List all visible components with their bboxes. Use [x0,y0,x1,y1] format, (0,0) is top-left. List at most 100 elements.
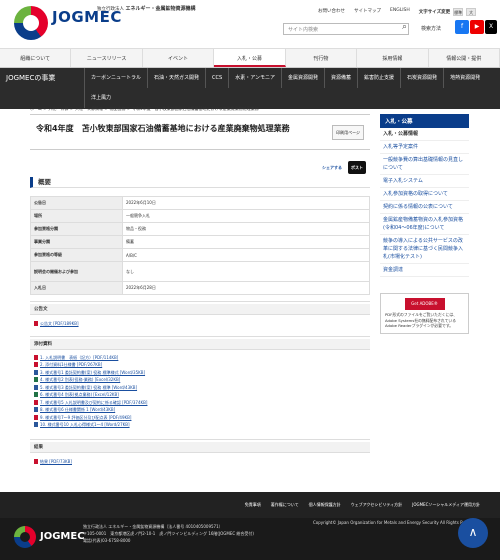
breadcrumb[interactable]: ホーム ＞ 入札・公募 ＞ 入札・公募情報 ＞ 物品役務 ＞ 令和4年度 苫小牧… [30,106,259,112]
jogmec-logo-icon[interactable] [14,6,48,40]
sidebar-item[interactable]: 競争の導入による公共サービスの改革に関する法律に基づく民間競争入札(市場化テスト… [380,235,469,264]
get-adobe-reader-button[interactable]: Get ADOBE® READER® [404,298,445,318]
excel-icon [34,392,38,397]
share-bar: シェアする ポスト [322,161,366,174]
global-nav: 組織について ニュースリリース イベント 入札・公募 刊行物 採用情報 情報公開… [0,48,500,68]
adobe-reader-box: Get ADOBE® READER® PDF形式のファイルをご覧いただくには、A… [380,293,469,334]
file-link[interactable]: 公告文 [PDF/189KB] [40,321,79,326]
share-link[interactable]: シェアする [322,162,342,173]
pdf-icon [34,362,38,367]
footer-link[interactable]: 個人情報保護方針 [309,502,341,508]
search-input[interactable]: サイト内検索 [283,23,409,35]
subnav-item[interactable]: 洋上風力 [84,88,117,108]
overview-table: 公告日 2022年6月10日 場所 一般競争入札 参加資格分類 物品・役務 事業分類備… [30,196,370,295]
notice-section: 公告文 公告文 [PDF/189KB] [30,301,370,328]
subnav-item[interactable]: 金属資源開発 [281,68,324,88]
word-icon [34,384,38,390]
word-icon [34,422,38,427]
footer-link[interactable]: ウェブアクセシビリティ方針 [351,502,403,508]
facebook-icon[interactable]: f [455,20,469,34]
copyright: Copyright© Japan Organization for Metals… [312,520,480,525]
footer-link[interactable]: 免責事項 [245,502,261,508]
contact-link[interactable]: お問い合わせ [318,8,345,16]
pdf-icon [34,321,38,326]
file-link[interactable]: 3. 様式番号1 委託契約書(案) 役務 標準様式 [Word/35KB] [40,370,145,375]
font-size-switcher: 文字サイズ変更 標準 大 [419,8,477,16]
sidebar-heading[interactable]: 入札・公募 [380,114,469,128]
file-link[interactable]: 7. 様式番号5 入札説明書及び契約に係る確認 [PDF/374KB] [40,400,147,405]
subnav-item[interactable]: 資源備蓄 [324,68,357,88]
gnav-bidding[interactable]: 入札・公募 [214,49,286,67]
subnav-item[interactable]: 鉱害防止支援 [357,68,400,88]
table-row: 入札日 2022年6月28日 [30,281,370,295]
search-method-link[interactable]: 検索方法 [421,25,441,32]
sidebar-item[interactable]: 電子入札システム [380,175,469,188]
business-nav: JOGMECの事業 カーボンニュートラル 石油・天然ガス開発 CCS 水素・アン… [0,68,500,109]
footer-link[interactable]: JOGMECソーシャルメディア運用方針 [412,502,480,508]
table-row: 参加資格分類 物品・役務 [30,222,370,236]
word-icon [34,369,38,375]
subnav-item[interactable]: 地熱資源開発 [443,68,486,88]
english-link[interactable]: ENGLISH [390,8,410,16]
sidebar-item[interactable]: 入札等予定案件 [380,141,469,154]
overview-heading: 概要 [30,177,370,188]
subnav-item[interactable]: カーボンニュートラル [84,68,147,88]
subnav-item[interactable]: 水素・アンモニア [228,68,281,88]
footer-links: 免責事項 著作権について 個人情報保護方針 ウェブアクセシビリティ方針 JOGM… [0,492,500,518]
tweet-button[interactable]: ポスト [348,161,366,174]
file-link[interactable]: 4. 様式番号2 別表(役務-業務) [Excel/32KB] [40,377,120,382]
adobe-reader-note: PDF形式のファイルをご覧いただくには、Adobe Systems社の無料配布さ… [385,312,457,328]
attachments-section: 添付資料 1. 入札説明書 表紙（記方）[PDF/114KB] 2. 添付資料1… [30,335,370,429]
sitemap-link[interactable]: サイトマップ [354,8,381,16]
x-icon[interactable]: X [485,20,497,34]
pdf-icon [34,458,38,464]
subnav-item[interactable]: 石炭資源開発 [400,68,443,88]
result-heading: 結果 [30,441,370,453]
gnav-news[interactable]: ニュースリリース [71,49,143,67]
gnav-events[interactable]: イベント [143,49,215,67]
main-content: 令和4年度 苫小牧東部国家石油備蓄基地における産業廃棄物処理業務 印刷用ページ … [30,114,370,465]
file-link[interactable]: 8. 様式番号6 仕様書関係 1 [Word/43KB] [40,407,115,412]
youtube-icon[interactable]: ▶ [470,20,484,34]
attachments-heading: 添付資料 [30,338,370,350]
sidebar-item[interactable]: 契約に係る情報の公表について [380,201,469,214]
font-size-normal-button[interactable]: 標準 [453,8,464,16]
gnav-recruit[interactable]: 採用情報 [357,49,429,67]
gnav-publications[interactable]: 刊行物 [286,49,358,67]
file-link[interactable]: 10. 様式番号10 入札心得様式1〜4 [Word/27KB] [40,422,130,427]
result-section: 結果 結果 [PDF/73KB] [30,438,370,466]
site-header: JOGMEC 独立行政法人 エネルギー・金属鉱物資源機構 お問い合わせ サイトマ… [0,0,500,48]
print-button[interactable]: 印刷用ページ [332,125,364,140]
org-name: 独立行政法人 エネルギー・金属鉱物資源機構 [97,6,196,12]
gnav-disclosure[interactable]: 情報公開・提供 [429,49,500,67]
sidebar-item[interactable]: 入札参加資格の取得について [380,188,469,201]
sidebar-item[interactable]: 金属鉱産物備蓄物資の入札参加資格(令和04〜06年度)について [380,214,469,235]
sidebar-item[interactable]: 一般競争費の算出基礎情報の見直しについて [380,154,469,175]
sidebar-item[interactable]: 入札・公募情報 [380,128,469,141]
file-link[interactable]: 1. 入札説明書 表紙（記方）[PDF/114KB] [40,355,118,360]
table-row: 説明会の開催および参加 なし [30,261,370,282]
footer-logo-text: JOGMEC [40,531,85,542]
footer-link[interactable]: 著作権について [271,502,299,508]
footer-logo-icon [14,526,36,548]
subnav-item[interactable]: 石油・天然ガス開発 [147,68,205,88]
table-row: 参加資格の等級 A/B/C [30,248,370,262]
table-row: 事業分類 備蓄 [30,235,370,249]
utility-links: お問い合わせ サイトマップ ENGLISH 文字サイズ変更 標準 大 [318,8,477,16]
back-to-top-button[interactable]: ∧ [458,518,488,548]
file-link[interactable]: 結果 [PDF/73KB] [40,459,72,464]
file-link[interactable]: 5. 様式番号3 委託契約書(案) 役務 標準 [Word/43KB] [40,385,137,390]
word-icon [34,407,38,412]
table-row: 公告日 2022年6月10日 [30,196,370,210]
file-link[interactable]: 2. 添付資料1仕様書 [PDF/267KB] [40,362,102,367]
gnav-about[interactable]: 組織について [0,49,72,67]
sidebar-item[interactable]: 資金調達 [380,264,469,277]
business-nav-title[interactable]: JOGMECの事業 [6,73,55,83]
footer-address: 独立行政法人 エネルギー・金属鉱物資源機構（法人番号 4010405009571… [83,524,254,543]
subnav-item[interactable]: CCS [205,68,228,88]
pdf-icon [34,399,38,405]
file-link[interactable]: 6. 様式番号4 別表(拠点業務) [Excel/12KB] [40,392,119,397]
file-link[interactable]: 9. 様式番号7〜9 評価区分及び配点表 [PDF/49KB] [40,415,131,420]
search-icon[interactable]: ⌕ [402,22,407,32]
font-size-large-button[interactable]: 大 [466,8,477,16]
